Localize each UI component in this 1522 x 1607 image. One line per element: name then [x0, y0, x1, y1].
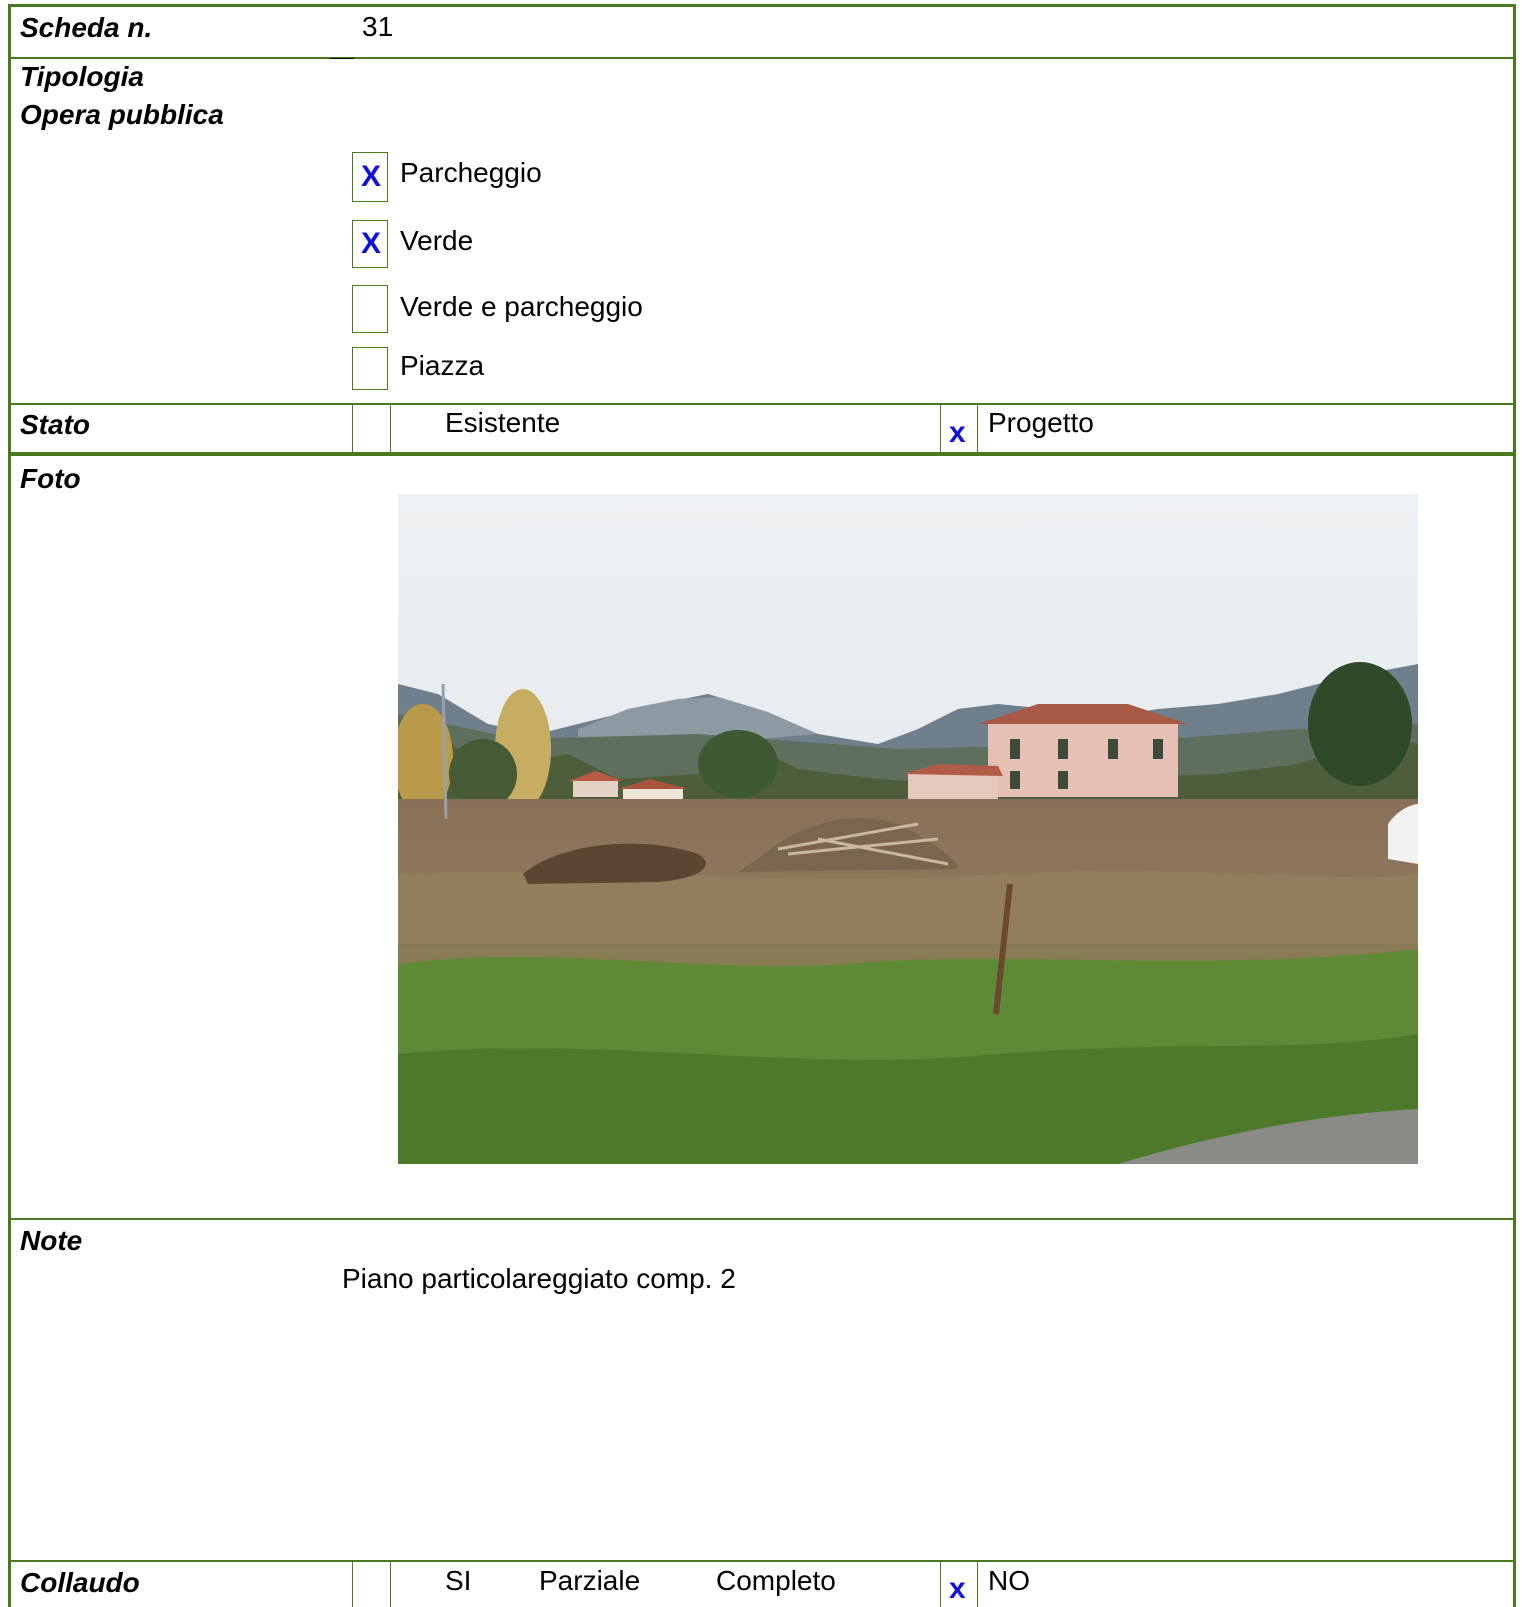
checkbox-progetto[interactable]: x — [941, 406, 977, 452]
option-completo-label: Completo — [716, 1565, 836, 1596]
checkbox-verde-e-parcheggio[interactable] — [352, 285, 388, 333]
option-no-label: NO — [988, 1565, 1030, 1596]
opera-pubblica-label: Opera pubblica — [20, 99, 224, 130]
option-progetto-label: Progetto — [988, 407, 1094, 438]
option-parcheggio-label: Parcheggio — [400, 157, 542, 188]
note-text: Piano particolareggiato comp. 2 — [342, 1263, 736, 1294]
stato-label: Stato — [20, 409, 90, 440]
option-esistente-label: Esistente — [445, 407, 561, 438]
stato-col2 — [390, 404, 391, 454]
check-mark: X — [361, 160, 382, 193]
check-mark: x — [949, 416, 966, 449]
collaudo-col2 — [390, 1561, 391, 1607]
divider-foto — [10, 1218, 1515, 1220]
scheda-label: Scheda n. — [20, 12, 153, 43]
checkbox-verde[interactable]: X — [352, 220, 388, 268]
divider-scheda — [10, 57, 1515, 59]
collaudo-col4 — [977, 1561, 978, 1607]
option-si-label: SI — [445, 1565, 472, 1596]
option-piazza-label: Piazza — [400, 350, 485, 381]
checkbox-esistente[interactable] — [353, 406, 390, 452]
collaudo-label: Collaudo — [20, 1567, 140, 1598]
foto-label: Foto — [20, 463, 81, 494]
divider-stato — [10, 452, 1515, 456]
top-border — [8, 4, 1516, 7]
divider-tipologia — [10, 403, 1515, 405]
option-verde-label: Verde — [400, 225, 474, 256]
site-photo — [398, 494, 1418, 1164]
check-mark: X — [361, 227, 382, 260]
stato-col4 — [977, 404, 978, 454]
scheda-number: 31 — [362, 11, 394, 42]
checkbox-collaudo-si[interactable] — [353, 1562, 390, 1607]
check-mark: x — [949, 1572, 966, 1605]
left-border — [8, 4, 11, 1607]
checkbox-piazza[interactable] — [352, 347, 388, 390]
tipologia-label: Tipologia — [20, 61, 144, 92]
divider-note — [10, 1560, 1515, 1562]
option-parziale-label: Parziale — [539, 1565, 641, 1596]
checkbox-collaudo-no[interactable]: x — [941, 1562, 977, 1607]
note-label: Note — [20, 1225, 83, 1256]
scheda-underline — [330, 58, 354, 59]
checkbox-parcheggio[interactable]: X — [352, 152, 388, 202]
option-verde-e-parcheggio-label: Verde e parcheggio — [400, 291, 643, 322]
right-border-tipologia — [1513, 133, 1516, 403]
